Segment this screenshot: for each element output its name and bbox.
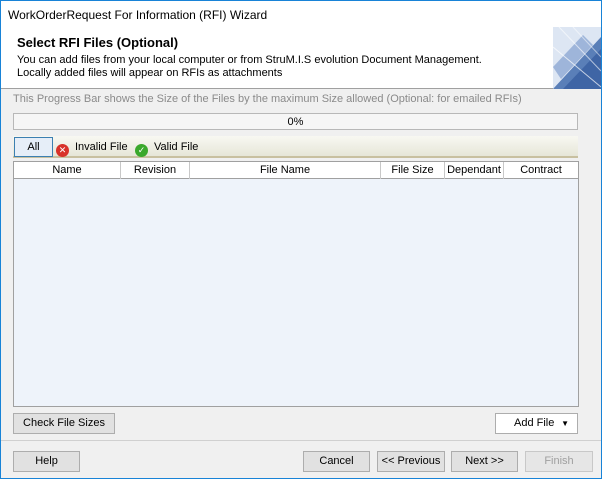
column-header-contract[interactable]: Contract [504,162,578,179]
column-header-revision[interactable]: Revision [121,162,190,179]
dropdown-arrow-icon: ▼ [561,419,569,428]
progress-caption: This Progress Bar shows the Size of the … [13,93,522,105]
window-title: WorkOrderRequest For Information (RFI) W… [8,8,268,22]
column-header-file-name[interactable]: File Name [190,162,381,179]
file-size-progress-bar: 0% [13,113,578,130]
page-title: Select RFI Files (Optional) [17,35,179,50]
help-button[interactable]: Help [13,451,80,472]
column-header-name[interactable]: Name [14,162,121,179]
grid-header: Name Revision File Name File Size Depend… [14,162,578,179]
wizard-header: Select RFI Files (Optional) You can add … [1,27,601,89]
filter-invalid-file[interactable]: ✕ Invalid File [56,139,128,157]
next-button[interactable]: Next >> [451,451,518,472]
page-description: You can add files from your local comput… [17,54,482,79]
column-header-dependant[interactable]: Dependant [445,162,504,179]
add-file-button[interactable]: Add File ▼ [495,413,578,434]
add-file-label: Add File [514,417,555,429]
filter-invalid-label: Invalid File [75,141,128,153]
footer-divider [1,440,601,441]
filter-valid-file[interactable]: ✓ Valid File [135,139,199,157]
checkmark-icon: ✓ [135,144,148,157]
title-bar: WorkOrderRequest For Information (RFI) W… [1,1,601,27]
column-header-file-size[interactable]: File Size [381,162,445,179]
filter-bar: All ✕ Invalid File ✓ Valid File [13,136,578,158]
finish-button[interactable]: Finish [525,451,593,472]
check-file-sizes-button[interactable]: Check File Sizes [13,413,115,434]
progress-label: 0% [287,116,304,128]
files-grid[interactable]: Name Revision File Name File Size Depend… [13,161,579,407]
wizard-window: WorkOrderRequest For Information (RFI) W… [0,0,602,479]
error-x-icon: ✕ [56,144,69,157]
wizard-logo-icon [553,27,601,89]
previous-button[interactable]: << Previous [377,451,445,472]
filter-all-button[interactable]: All [14,137,53,157]
filter-valid-label: Valid File [154,141,199,153]
cancel-button[interactable]: Cancel [303,451,370,472]
